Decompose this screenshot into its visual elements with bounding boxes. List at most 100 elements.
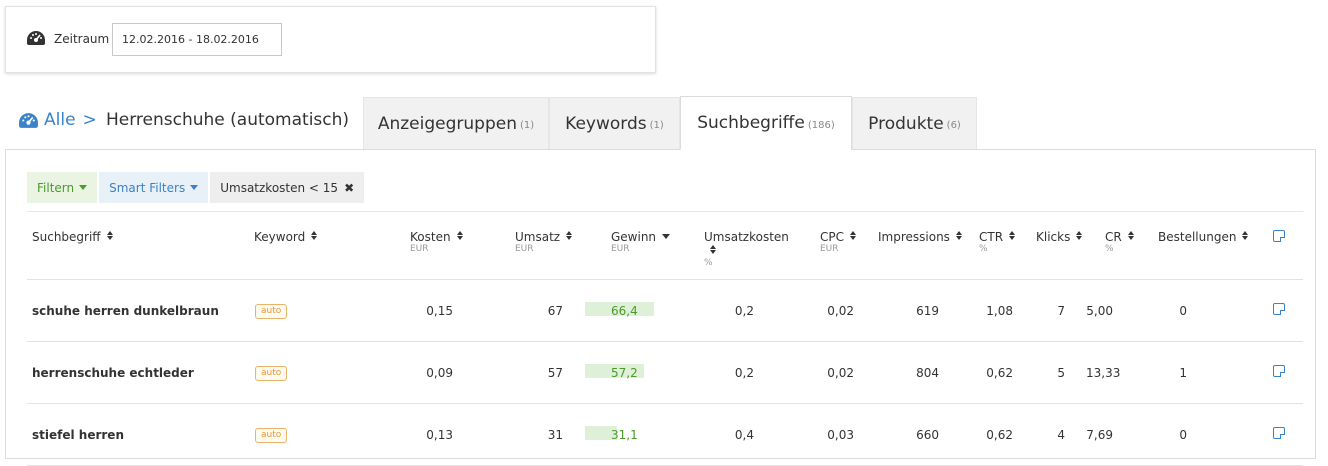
sort-icon: [1009, 231, 1016, 240]
note-icon[interactable]: [1272, 365, 1285, 377]
column-header-notes[interactable]: [1254, 211, 1303, 280]
table-row[interactable]: stiefel herren auto 0,13 31 31,1 0,4 0,0…: [27, 403, 1303, 466]
dashboard-icon: [27, 31, 45, 45]
table-header-row: Suchbegriff Keyword Kosten EUR Umsatz EUR …: [27, 211, 1303, 280]
cell-impressions: 619: [858, 279, 963, 342]
cell-ctr: 1,08: [963, 279, 1021, 342]
tab-label: Keywords: [565, 113, 647, 134]
breadcrumb-all-link[interactable]: Alle >: [18, 110, 97, 130]
column-header-suchbegriff[interactable]: Suchbegriff: [27, 211, 254, 280]
auto-badge: auto: [255, 366, 288, 381]
search-terms-table: Suchbegriff Keyword Kosten EUR Umsatz EUR …: [27, 211, 1303, 466]
cell-suchbegriff: stiefel herren: [27, 403, 254, 466]
cell-umsatz: 31: [475, 403, 585, 466]
tab-label: Produkte: [868, 113, 944, 134]
cell-klicks: 5: [1021, 341, 1085, 404]
cell-klicks: 4: [1021, 403, 1085, 466]
column-header-bestellungen[interactable]: Bestellungen: [1139, 211, 1254, 280]
breadcrumb-separator: >: [82, 110, 97, 130]
cell-impressions: 660: [858, 403, 963, 466]
column-header-impressions[interactable]: Impressions: [858, 211, 963, 280]
table-row[interactable]: herrenschuhe echtleder auto 0,09 57 57,2…: [27, 341, 1303, 404]
column-header-cpc[interactable]: CPC EUR: [799, 211, 858, 280]
gain-value: 31,1: [611, 427, 638, 442]
cell-bestellungen: 0: [1139, 403, 1254, 466]
cell-cr: 5,00: [1085, 279, 1139, 342]
cell-gewinn: 57,2: [585, 341, 680, 404]
sort-icon: [1076, 231, 1083, 240]
active-filter-chip: Umsatzkosten < 15 ✖: [210, 172, 365, 203]
auto-badge: auto: [255, 428, 288, 443]
tab-suchbegriffe[interactable]: Suchbegriffe (186): [680, 96, 852, 150]
column-header-keyword[interactable]: Keyword: [254, 211, 394, 280]
auto-badge: auto: [255, 304, 288, 319]
date-range-panel: Zeitraum: [5, 6, 656, 73]
sort-icon: [1242, 231, 1249, 240]
cell-kosten: 0,13: [394, 403, 475, 466]
tab-keywords[interactable]: Keywords (1): [549, 97, 680, 149]
tab-label: Anzeigegruppen: [377, 113, 517, 134]
column-header-umsatzkosten[interactable]: Umsatzkosten%: [680, 211, 799, 280]
gain-value: 66,4: [611, 303, 638, 318]
sort-icon: [566, 231, 573, 240]
cell-cr: 7,69: [1085, 403, 1139, 466]
cell-umsatzkosten: 0,4: [680, 403, 799, 466]
cell-bestellungen: 1: [1139, 341, 1254, 404]
search-terms-panel: Filtern Smart Filters Umsatzkosten < 15 …: [5, 149, 1316, 466]
filter-bar: Filtern Smart Filters Umsatzkosten < 15 …: [27, 172, 365, 203]
cell-gewinn: 66,4: [585, 279, 680, 342]
remove-filter-icon[interactable]: ✖: [344, 181, 354, 195]
column-header-cr[interactable]: CR%: [1085, 211, 1139, 280]
cell-notes[interactable]: [1254, 341, 1303, 404]
sort-icon: [456, 231, 464, 240]
sort-descending-icon: [662, 234, 671, 239]
sort-icon: [311, 231, 318, 240]
sort-icon: [710, 245, 717, 254]
note-icon[interactable]: [1272, 427, 1285, 439]
cell-notes[interactable]: [1254, 279, 1303, 342]
cell-umsatz: 67: [475, 279, 585, 342]
note-icon: [1272, 230, 1285, 242]
filter-dropdown-button[interactable]: Filtern: [27, 172, 98, 203]
cell-bestellungen: 0: [1139, 279, 1254, 342]
cell-cpc: 0,03: [799, 403, 858, 466]
breadcrumb-current: Herrenschuhe (automatisch): [106, 110, 350, 130]
sort-icon: [850, 231, 857, 240]
cell-kosten: 0,09: [394, 341, 475, 404]
date-range-input[interactable]: [112, 23, 282, 56]
cell-gewinn: 31,1: [585, 403, 680, 466]
cell-ctr: 0,62: [963, 403, 1021, 466]
cell-klicks: 7: [1021, 279, 1085, 342]
cell-keyword: auto: [254, 403, 394, 466]
date-range-label: Zeitraum: [54, 32, 110, 46]
cell-notes[interactable]: [1254, 403, 1303, 466]
sort-icon: [1127, 231, 1135, 240]
tab-count: (6): [946, 120, 961, 131]
cell-keyword: auto: [254, 279, 394, 342]
filter-label: Filtern: [37, 180, 75, 195]
column-header-umsatz[interactable]: Umsatz EUR: [475, 211, 585, 280]
caret-down-icon: [79, 185, 88, 190]
tab-count: (1): [649, 120, 664, 131]
cell-suchbegriff: herrenschuhe echtleder: [27, 341, 254, 404]
tab-produkte[interactable]: Produkte (6): [852, 97, 977, 149]
breadcrumb-all-label: Alle: [44, 110, 76, 130]
smart-filters-label: Smart Filters: [109, 180, 186, 195]
tab-anzeigegruppen[interactable]: Anzeigegruppen (1): [363, 97, 549, 149]
tab-count: (1): [519, 120, 535, 131]
sort-icon: [106, 231, 114, 240]
cell-umsatzkosten: 0,2: [680, 279, 799, 342]
sort-icon: [955, 231, 963, 240]
column-header-ctr[interactable]: CTR%: [963, 211, 1021, 280]
gain-value: 57,2: [611, 365, 638, 380]
cell-cpc: 0,02: [799, 341, 858, 404]
smart-filters-dropdown-button[interactable]: Smart Filters: [99, 172, 209, 203]
table-row[interactable]: schuhe herren dunkelbraun auto 0,15 67 6…: [27, 279, 1303, 342]
active-filter-label: Umsatzkosten < 15: [220, 180, 339, 195]
note-icon[interactable]: [1272, 303, 1285, 315]
cell-umsatzkosten: 0,2: [680, 341, 799, 404]
column-header-gewinn[interactable]: Gewinn EUR: [585, 211, 680, 280]
column-header-klicks[interactable]: Klicks: [1021, 211, 1085, 280]
column-header-kosten[interactable]: Kosten EUR: [394, 211, 475, 280]
caret-down-icon: [190, 185, 199, 190]
